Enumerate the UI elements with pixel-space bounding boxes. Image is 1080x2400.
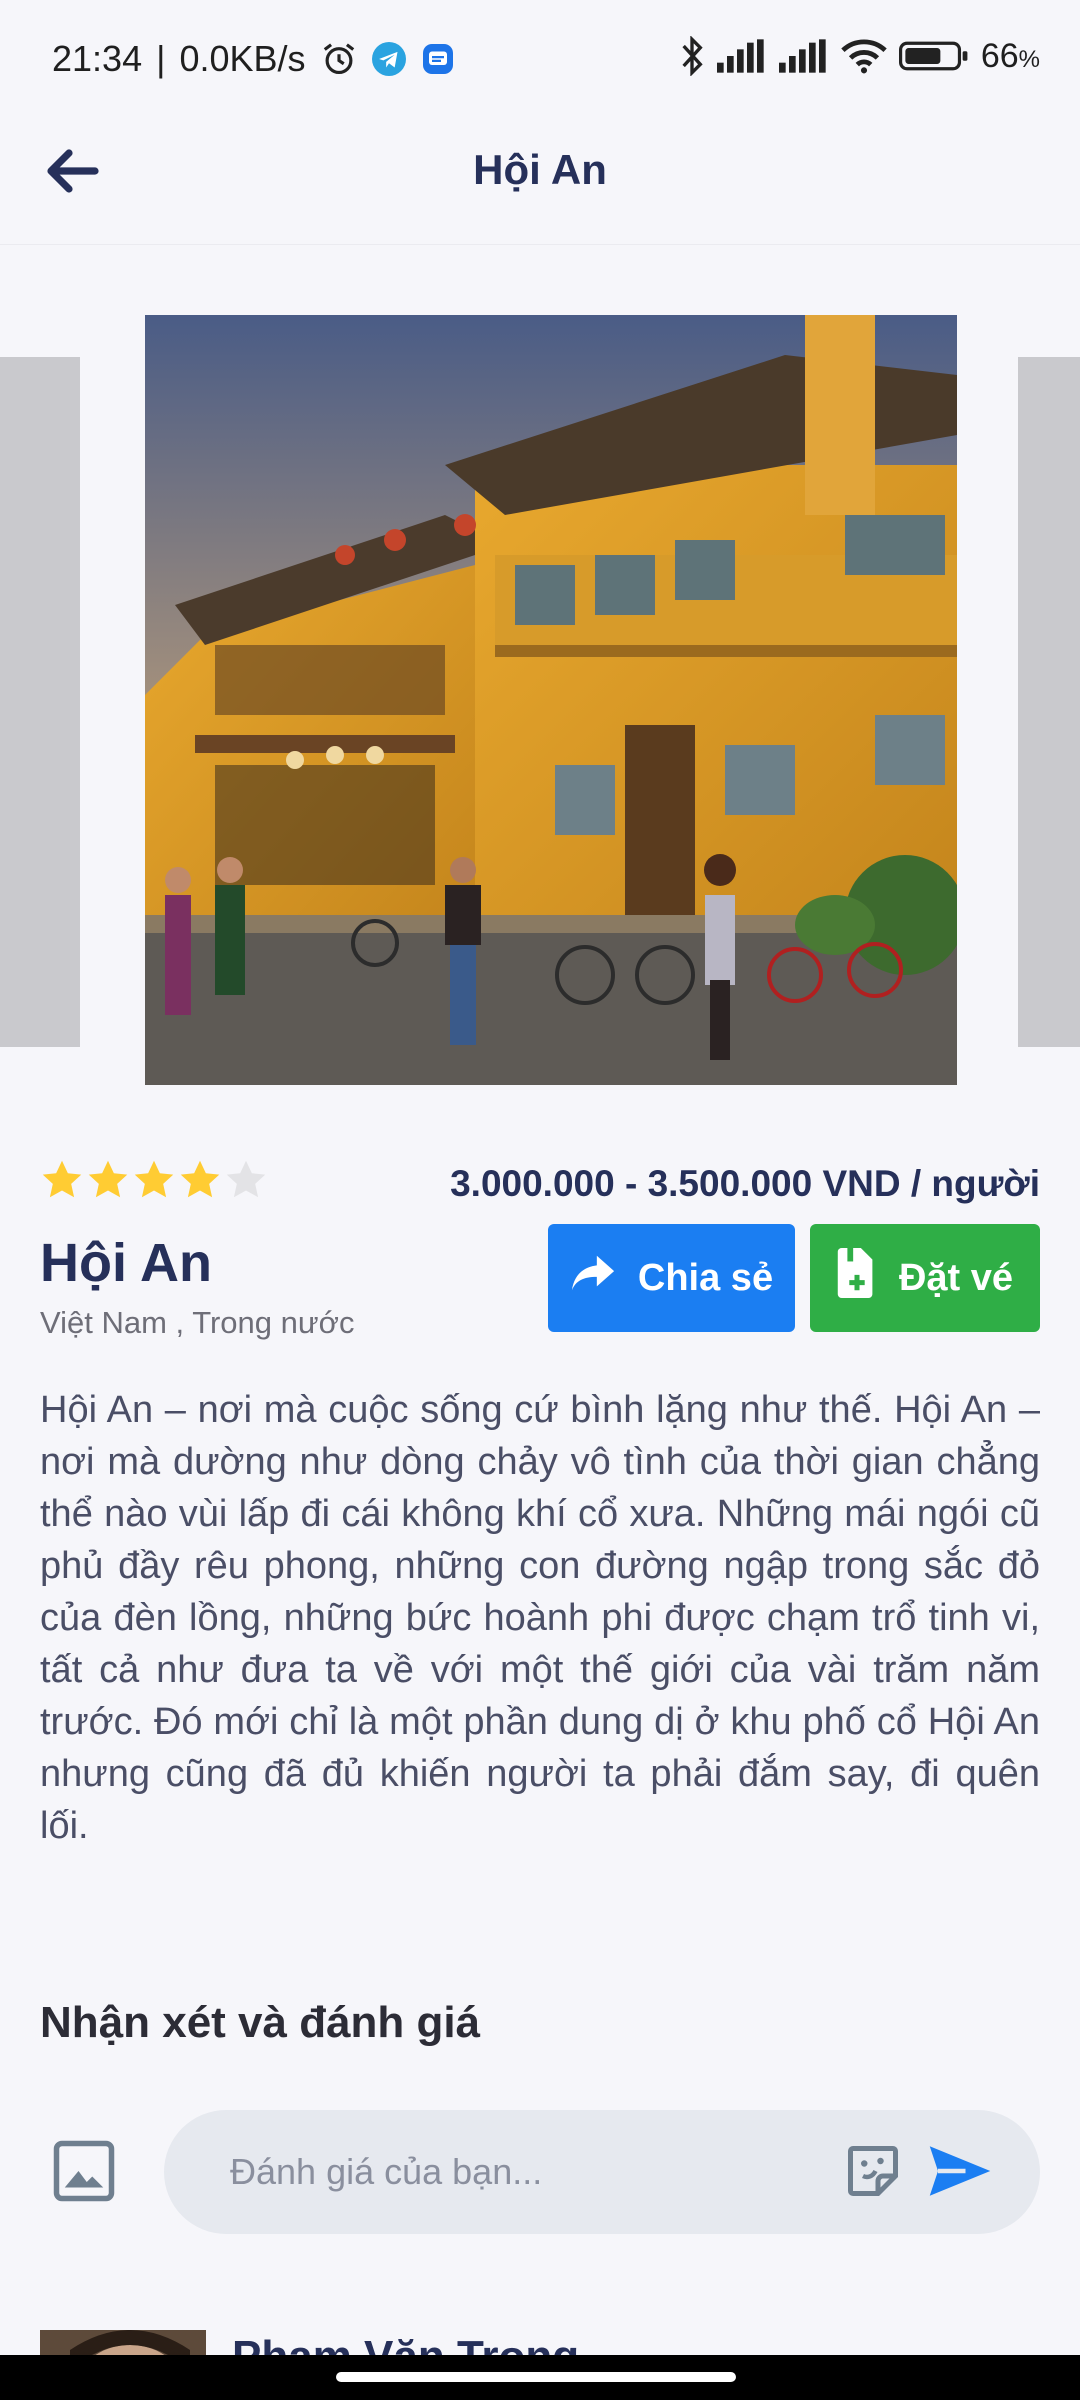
wifi-icon (841, 38, 887, 74)
telegram-icon (371, 42, 406, 76)
review-input[interactable] (230, 2146, 830, 2198)
status-bar: 21:34 | 0.0KB/s 66% (0, 0, 1080, 110)
place-name: Hội An (40, 1233, 212, 1293)
star-icon (132, 1158, 176, 1207)
ticket-add-icon (837, 1248, 877, 1308)
star-rating (40, 1158, 268, 1207)
star-icon (40, 1158, 84, 1207)
star-empty-icon (224, 1158, 268, 1207)
place-location: Việt Nam , Trong nước (40, 1305, 355, 1340)
status-left: 21:34 | 0.0KB/s (52, 38, 456, 80)
network-speed: 0.0KB/s (179, 38, 306, 79)
review-input-container (164, 2110, 1040, 2234)
image-icon (51, 2138, 117, 2209)
carousel-next-card[interactable] (1018, 357, 1080, 1047)
sticker-icon (843, 2141, 903, 2206)
sticker-button[interactable] (840, 2140, 906, 2206)
image-carousel[interactable] (0, 315, 1080, 1085)
signal-icon (716, 39, 767, 73)
book-ticket-button[interactable]: Đặt vé (810, 1224, 1040, 1332)
share-label: Chia sẻ (637, 1256, 774, 1299)
book-label: Đặt vé (898, 1256, 1014, 1299)
home-indicator[interactable] (336, 2372, 736, 2382)
app-bar: Hội An (0, 110, 1080, 245)
send-button[interactable] (924, 2140, 996, 2206)
battery-level: 66% (980, 36, 1040, 75)
star-icon (86, 1158, 130, 1207)
battery-icon (898, 39, 969, 73)
attach-image-button[interactable] (48, 2137, 120, 2209)
status-right: 66% (679, 36, 1040, 76)
place-photo[interactable] (145, 315, 957, 1085)
signal-icon (778, 39, 829, 73)
share-icon (570, 1253, 616, 1303)
bluetooth-icon (679, 36, 705, 76)
carousel-prev-card[interactable] (0, 357, 80, 1047)
alarm-icon (320, 40, 358, 78)
status-time: 21:34 (52, 38, 143, 79)
place-description: Hội An – nơi mà cuộc sống cứ bình lặng n… (40, 1389, 1040, 1847)
price-range: 3.000.000 - 3.500.000 VND / người (450, 1163, 1040, 1204)
system-nav-bar (0, 2355, 1080, 2400)
messages-icon (420, 41, 456, 77)
share-button[interactable]: Chia sẻ (548, 1224, 795, 1332)
reviews-heading: Nhận xét và đánh giá (40, 1998, 481, 2047)
star-icon (178, 1158, 222, 1207)
page-title: Hội An (473, 146, 607, 193)
send-icon (927, 2143, 993, 2204)
